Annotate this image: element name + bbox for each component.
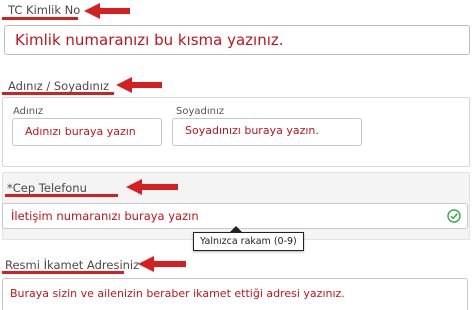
address-label: Resmi İkamet Adresiniz — [5, 258, 140, 272]
red-arrow-icon — [138, 256, 186, 272]
first-name-input[interactable]: Adınızı buraya yazın — [12, 118, 162, 146]
name-section-underline — [2, 92, 114, 95]
phone-input-text: İletişim numaranızı buraya yazın — [11, 209, 199, 223]
tc-kimlik-label: TC Kimlik No — [8, 3, 81, 17]
tc-kimlik-input-text: Kimlik numaranızı bu kısma yazınız. — [15, 31, 284, 49]
phone-underline-front — [5, 194, 118, 197]
last-name-input-text: Soyadınızı buraya yazın. — [185, 124, 319, 137]
first-name-input-text: Adınızı buraya yazın — [25, 125, 136, 138]
address-input-text: Buraya sizin ve ailenizin beraber ikamet… — [10, 287, 345, 300]
check-circle-icon — [447, 209, 461, 223]
red-arrow-icon — [126, 179, 178, 195]
last-name-label: Soyadınız — [176, 106, 225, 117]
phone-label-front: *Cep Telefonu — [7, 181, 87, 195]
phone-tooltip: Yalnızca rakam (0-9) — [193, 232, 304, 251]
tc-kimlik-underline — [2, 17, 78, 20]
tc-kimlik-input[interactable]: Kimlik numaranızı bu kısma yazınız. — [4, 25, 470, 55]
red-arrow-icon — [84, 3, 130, 19]
red-arrow-icon — [116, 77, 162, 93]
first-name-label: Adınız — [13, 106, 44, 117]
last-name-input[interactable]: Soyadınızı buraya yazın. — [172, 118, 362, 146]
address-input[interactable]: Buraya sizin ve ailenizin beraber ikamet… — [2, 278, 468, 310]
address-underline — [2, 271, 124, 274]
name-section-label: Adınız / Soyadınız — [8, 79, 110, 93]
